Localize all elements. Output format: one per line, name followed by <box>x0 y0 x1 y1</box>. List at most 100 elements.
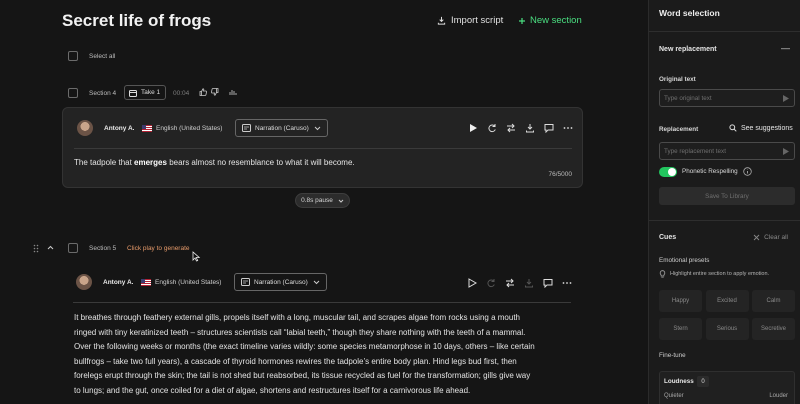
original-text-input[interactable]: Type original text <box>659 89 795 107</box>
section-4-card[interactable]: Antony A. English (United States) Narrat… <box>62 107 583 188</box>
comment-icon[interactable] <box>543 278 553 288</box>
pause-label: 0.8s pause <box>301 197 333 204</box>
feedback-buttons <box>199 88 219 96</box>
speaker-avatar <box>76 274 92 290</box>
voice-selector[interactable]: Narration (Caruso) <box>234 273 327 291</box>
highlighted-word[interactable]: emerges <box>134 158 167 167</box>
see-suggestions-button[interactable]: See suggestions <box>729 124 793 132</box>
text-line: to lungs; and the gut, once coiled for a… <box>74 385 471 395</box>
select-all-checkbox[interactable] <box>68 51 78 61</box>
swap-icon[interactable] <box>506 123 516 133</box>
generate-hint: Click play to generate <box>127 245 190 252</box>
original-text-placeholder: Type original text <box>664 94 712 102</box>
voice-selector[interactable]: Narration (Caruso) <box>235 119 328 137</box>
save-to-library-button[interactable]: Save To Library <box>659 187 795 205</box>
import-script-label: Import script <box>451 15 504 26</box>
section-4-checkbox[interactable] <box>68 88 78 98</box>
phonetic-respelling-toggle[interactable] <box>659 167 677 177</box>
page-title: Secret life of frogs <box>62 11 212 30</box>
clear-all-button[interactable]: Clear all <box>753 234 788 241</box>
text-line: ringed with tiny keratinized teeth – str… <box>74 327 526 337</box>
chevron-down-icon <box>313 280 320 284</box>
play-icon[interactable] <box>469 123 478 133</box>
thumbs-down-icon[interactable] <box>211 88 219 96</box>
plus-icon <box>519 17 525 24</box>
chevron-up-icon[interactable] <box>47 245 54 250</box>
import-script-button[interactable]: Import script <box>437 15 503 26</box>
send-icon[interactable] <box>782 147 790 156</box>
us-flag-icon <box>142 125 152 132</box>
voice-card-icon <box>242 124 251 132</box>
regenerate-icon[interactable] <box>487 123 497 133</box>
section-5-text[interactable]: It breathes through feathery external gi… <box>74 311 535 398</box>
play-icon[interactable] <box>468 278 477 288</box>
new-section-button[interactable]: New section <box>518 15 582 26</box>
section-5-label: Section 5 <box>89 245 117 252</box>
take-selector[interactable]: Take 1 <box>124 85 166 100</box>
emotion-presets: Happy Excited Calm Stern Serious Secreti… <box>659 290 795 340</box>
fine-tune-label: Fine-tune <box>659 352 686 359</box>
script-editor: Secret life of frogs ··· Import script N… <box>0 0 648 404</box>
section-5-actions <box>468 278 572 288</box>
download-icon[interactable] <box>524 278 534 288</box>
comment-icon[interactable] <box>544 123 554 133</box>
us-flag-icon <box>141 279 151 286</box>
phonetic-respelling-label: Phonetic Respelling <box>682 168 738 175</box>
replacement-text-placeholder: Type replacement text <box>664 147 726 155</box>
text-line: bullfrogs – take two full years), a casc… <box>74 356 517 366</box>
panel-divider <box>649 31 800 32</box>
section-5-checkbox[interactable] <box>68 243 78 253</box>
cursor-pointer-icon <box>192 251 201 262</box>
new-replacement-heading: New replacement <box>659 46 717 53</box>
language-label: English (United States) <box>155 279 222 286</box>
cues-heading: Cues <box>659 234 677 241</box>
speaker-name: Antony A. <box>104 125 135 132</box>
send-icon[interactable] <box>782 94 790 103</box>
voice-card-icon <box>241 278 250 286</box>
loudness-control: Loudness 0 Quieter Louder <box>659 371 795 404</box>
loudness-value[interactable]: 0 <box>697 376 709 387</box>
preset-happy[interactable]: Happy <box>659 290 702 312</box>
more-options-button[interactable]: ··· <box>195 12 212 28</box>
regenerate-icon[interactable] <box>486 278 496 288</box>
replacement-text-input[interactable]: Type replacement text <box>659 142 795 160</box>
calendar-icon <box>129 89 137 97</box>
search-icon <box>729 124 737 132</box>
voice-label: Narration (Caruso) <box>254 278 308 286</box>
card-divider <box>74 148 572 149</box>
waveform-icon[interactable] <box>229 89 237 96</box>
preset-stern[interactable]: Stern <box>659 318 702 340</box>
drag-handle-icon[interactable] <box>33 244 39 253</box>
preset-excited[interactable]: Excited <box>705 290 749 312</box>
section-4-actions <box>469 123 573 133</box>
more-icon[interactable] <box>563 123 573 133</box>
take-label: Take 1 <box>141 89 161 96</box>
section-4-text[interactable]: The tadpole that emerges bears almost no… <box>74 156 355 171</box>
preset-secretive[interactable]: Secretive <box>752 318 795 340</box>
more-icon[interactable] <box>562 278 572 288</box>
select-all-label: Select all <box>89 53 116 60</box>
new-section-label: New section <box>530 15 582 26</box>
preset-calm[interactable]: Calm <box>752 290 795 312</box>
lightbulb-icon <box>659 270 666 278</box>
highlight-hint: Highlight entire section to apply emotio… <box>670 271 770 277</box>
info-icon[interactable] <box>743 167 752 176</box>
see-suggestions-label: See suggestions <box>741 124 793 132</box>
quieter-label: Quieter <box>664 393 684 399</box>
swap-icon[interactable] <box>505 278 515 288</box>
text-line: forelegs erupt through the skin; the tai… <box>74 371 531 380</box>
thumbs-up-icon[interactable] <box>199 88 207 96</box>
word-selection-panel: Word selection New replacement — Origina… <box>648 0 800 404</box>
close-icon <box>753 234 760 241</box>
download-icon[interactable] <box>525 123 535 133</box>
speaker-name: Antony A. <box>103 279 134 286</box>
collapse-button[interactable]: — <box>781 43 790 53</box>
pause-selector[interactable]: 0.8s pause <box>295 193 350 208</box>
preset-serious[interactable]: Serious <box>705 318 749 340</box>
panel-title: Word selection <box>659 8 720 18</box>
loudness-label: Loudness <box>664 378 694 385</box>
duration-label: 00:04 <box>173 90 190 97</box>
chevron-down-icon <box>314 126 321 130</box>
import-icon <box>437 16 446 25</box>
panel-divider <box>649 220 800 221</box>
